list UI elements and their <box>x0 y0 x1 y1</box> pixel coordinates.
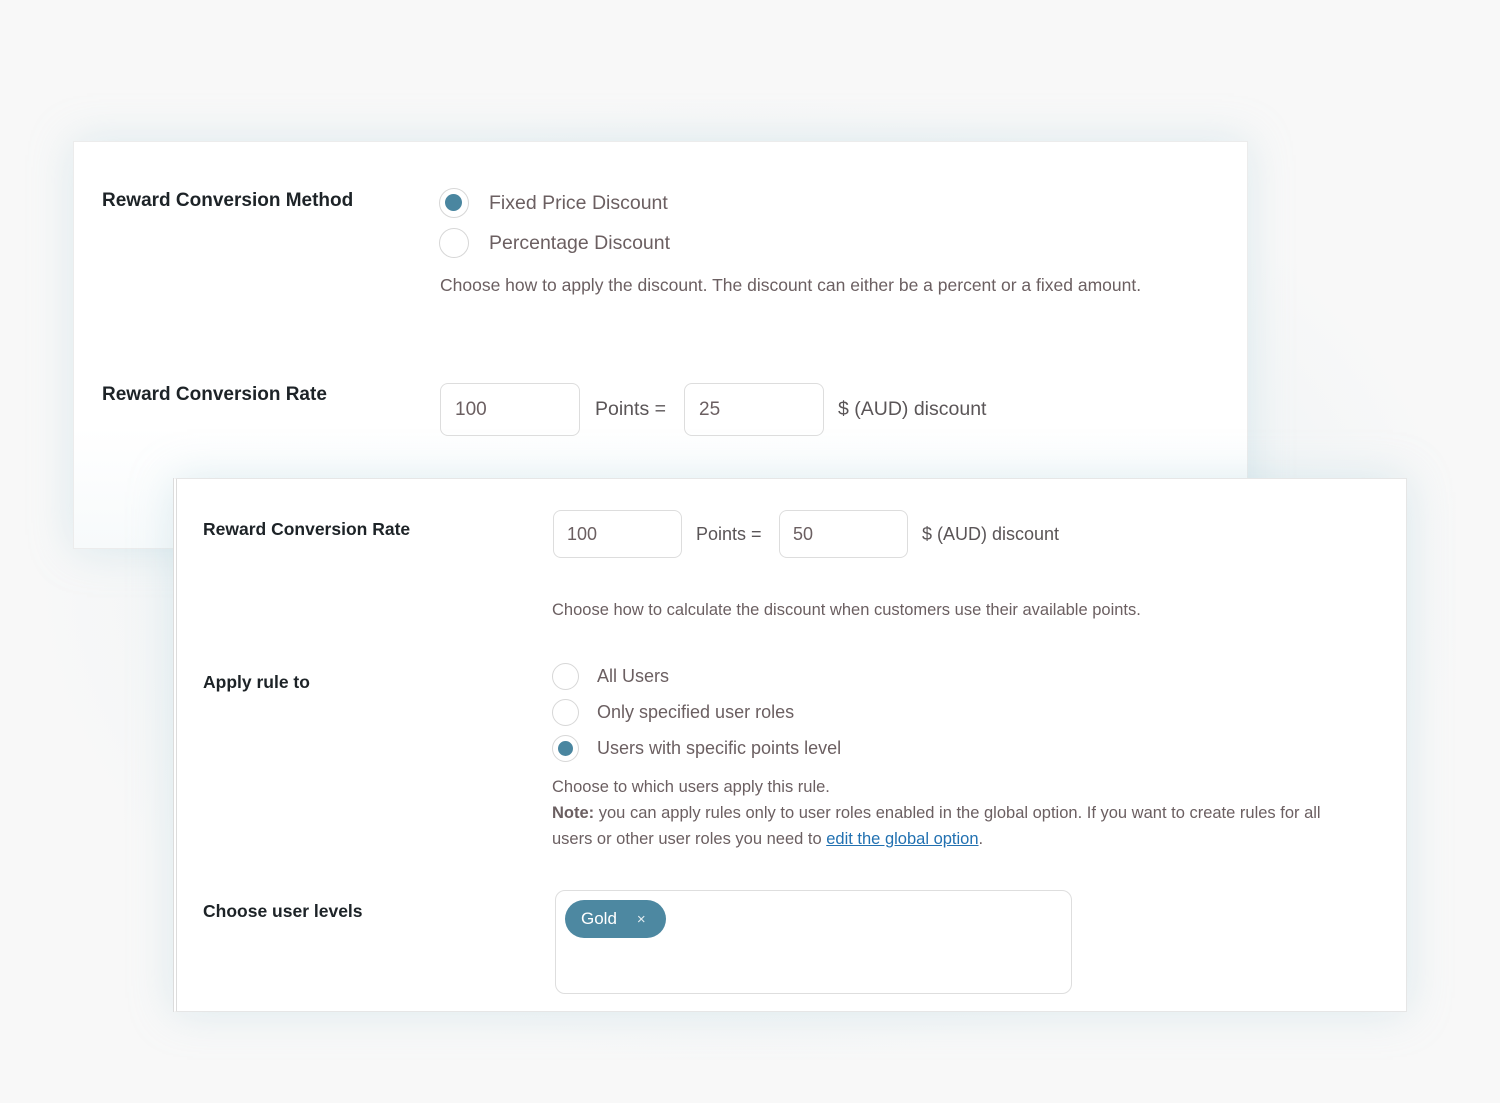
selected-level-chip: Gold × <box>565 900 666 938</box>
radio-label-specified-user-roles[interactable]: Only specified user roles <box>597 702 794 723</box>
rate-description: Choose how to calculate the discount whe… <box>552 601 1141 619</box>
radio-label-fixed-price-discount[interactable]: Fixed Price Discount <box>489 192 668 215</box>
radio-label-all-users[interactable]: All Users <box>597 666 669 687</box>
radio-fixed-price-discount[interactable] <box>439 188 469 218</box>
note-bold-label: Note: <box>552 804 595 822</box>
discount-suffix: $ (AUD) discount <box>922 524 1060 544</box>
apply-rule-note: Note: you can apply rules only to user r… <box>552 804 1321 823</box>
reward-conversion-method-label: Reward Conversion Method <box>102 190 354 211</box>
note-end: . <box>978 830 984 848</box>
discount-input-value: 25 <box>699 398 721 420</box>
reward-conversion-rate-label: Reward Conversion Rate <box>102 384 327 405</box>
note-text-line2: users or other user roles you need to <box>552 830 827 848</box>
radio-specific-points-level[interactable] <box>552 735 579 762</box>
apply-rule-note-line2: users or other user roles you need to ed… <box>552 830 983 849</box>
edit-global-option-link[interactable]: edit the global option <box>826 830 978 848</box>
discount-input-value: 50 <box>793 523 814 544</box>
radio-percentage-discount[interactable] <box>439 228 469 258</box>
note-text: you can apply rules only to user roles e… <box>594 804 1321 822</box>
points-input-value: 100 <box>455 398 487 420</box>
discount-input[interactable]: 50 <box>779 510 908 558</box>
points-input-value: 100 <box>567 523 598 544</box>
points-suffix: Points = <box>595 398 667 420</box>
radio-specified-user-roles[interactable] <box>552 699 579 726</box>
apply-rule-description: Choose to which users apply this rule. <box>552 778 830 796</box>
reward-conversion-rate-label: Reward Conversion Rate <box>203 519 411 539</box>
choose-user-levels-label: Choose user levels <box>203 901 363 921</box>
settings-card-rule: Reward Conversion Rate 100 Points = 50 $… <box>173 478 1407 1012</box>
discount-suffix: $ (AUD) discount <box>838 398 987 420</box>
radio-label-percentage-discount[interactable]: Percentage Discount <box>489 232 670 255</box>
remove-chip-icon[interactable]: × <box>637 911 646 928</box>
method-description: Choose how to apply the discount. The di… <box>440 275 1142 295</box>
user-levels-multiselect[interactable]: Gold × <box>555 890 1072 994</box>
apply-rule-to-label: Apply rule to <box>203 672 310 692</box>
points-input[interactable]: 100 <box>440 383 580 436</box>
radio-label-specific-points-level[interactable]: Users with specific points level <box>597 738 841 759</box>
discount-input[interactable]: 25 <box>684 383 824 436</box>
points-input[interactable]: 100 <box>553 510 682 558</box>
radio-all-users[interactable] <box>552 663 579 690</box>
chip-label: Gold <box>581 909 617 928</box>
points-suffix: Points = <box>696 524 762 544</box>
